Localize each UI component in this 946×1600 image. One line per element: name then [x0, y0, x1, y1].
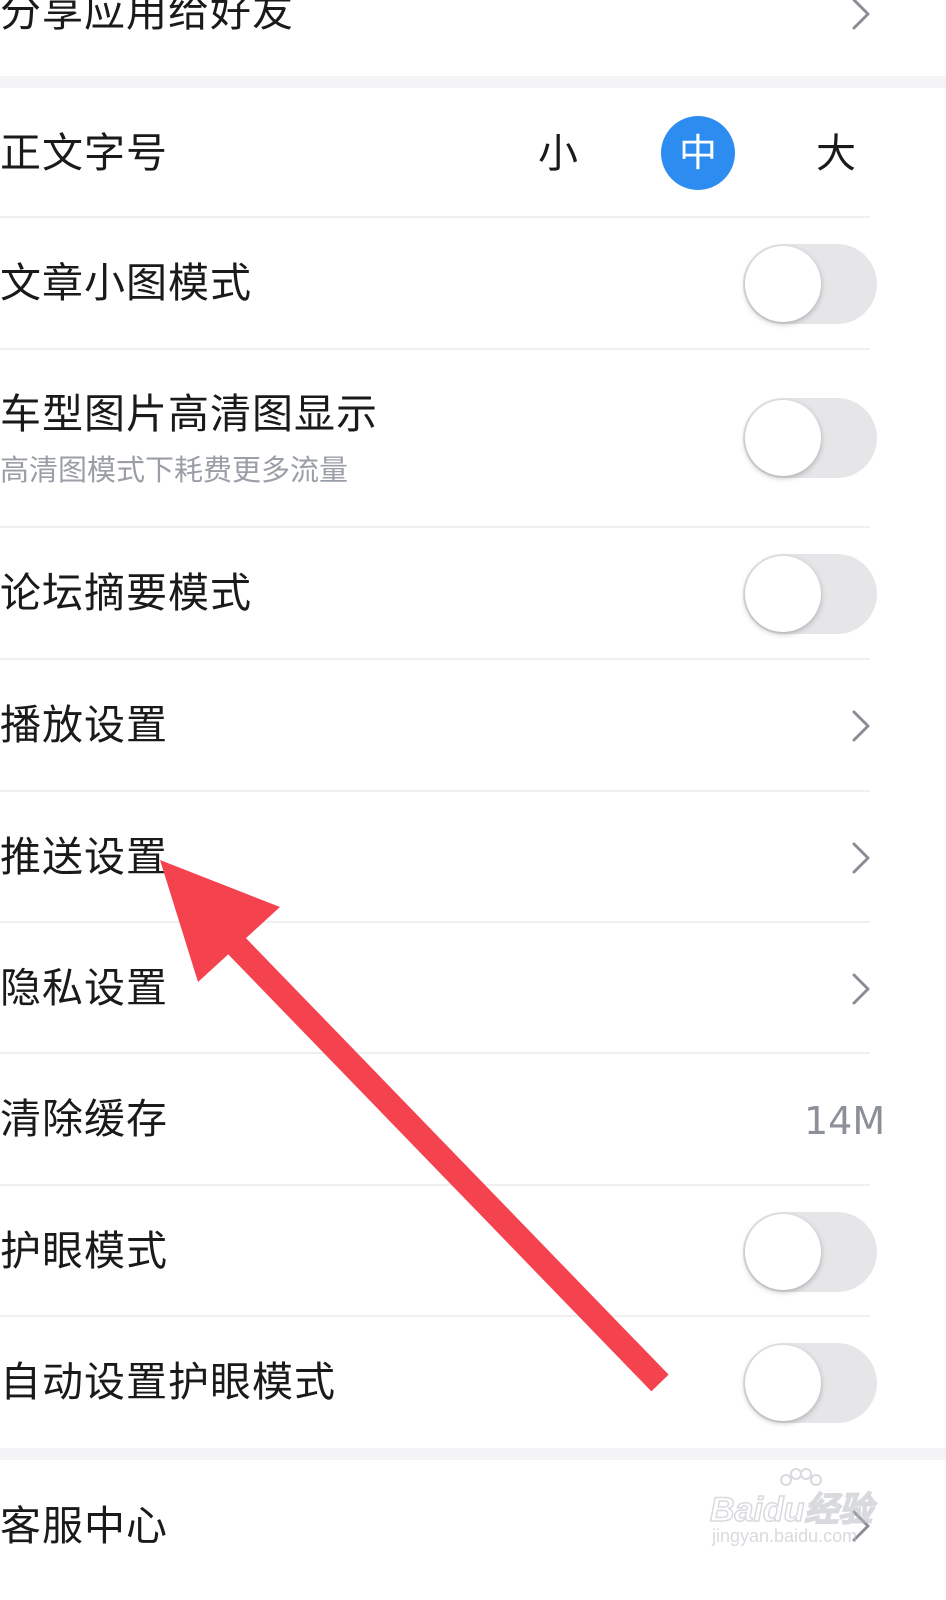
playback-settings-label: 播放设置: [0, 701, 168, 749]
article-small-image-label: 文章小图模式: [0, 259, 252, 307]
auto-eye-care-toggle[interactable]: [743, 1343, 877, 1423]
eye-care-toggle[interactable]: [743, 1212, 877, 1292]
article-small-image-toggle[interactable]: [743, 244, 877, 324]
chevron-right-icon: [852, 973, 870, 1005]
hd-images-toggle[interactable]: [743, 398, 877, 478]
chevron-right-icon: [852, 710, 870, 742]
eye-care-row: 护眼模式: [0, 1186, 946, 1317]
hd-images-row: 车型图片高清图显示 高清图模式下耗费更多流量: [0, 350, 946, 528]
customer-service-label: 客服中心: [0, 1502, 168, 1550]
playback-settings-row[interactable]: 播放设置: [0, 660, 946, 792]
font-size-large-option[interactable]: 大: [816, 134, 856, 174]
privacy-settings-row[interactable]: 隐私设置: [0, 923, 946, 1054]
settings-screen: 分享应用给好友 正文字号 小 中 大 文章小图模式 车型图片高清图显示 高清图模…: [0, 0, 946, 1600]
toggle-knob: [745, 556, 821, 632]
hd-images-subtitle: 高清图模式下耗费更多流量: [0, 453, 349, 487]
chevron-right-icon: [852, 0, 870, 30]
chevron-right-icon: [852, 842, 870, 874]
watermark-url: jingyan.baidu.com: [712, 1526, 858, 1546]
toggle-knob: [745, 1214, 821, 1290]
hd-images-label: 车型图片高清图显示: [0, 390, 378, 438]
privacy-settings-label: 隐私设置: [0, 964, 168, 1012]
auto-eye-care-row: 自动设置护眼模式: [0, 1317, 946, 1448]
forum-summary-label: 论坛摘要模式: [0, 569, 252, 617]
share-app-label: 分享应用给好友: [0, 0, 294, 36]
watermark-brand: Baidu经验: [709, 1490, 873, 1530]
push-settings-label: 推送设置: [0, 833, 168, 881]
font-size-label: 正文字号: [0, 129, 168, 177]
font-size-medium-option[interactable]: 中: [661, 116, 735, 190]
toggle-knob: [745, 400, 821, 476]
eye-care-label: 护眼模式: [0, 1227, 168, 1275]
section-gap: [0, 1448, 946, 1460]
share-app-row[interactable]: 分享应用给好友: [0, 0, 946, 76]
toggle-knob: [745, 1345, 821, 1421]
clear-cache-label: 清除缓存: [0, 1095, 168, 1143]
push-settings-row[interactable]: 推送设置: [0, 792, 946, 923]
auto-eye-care-label: 自动设置护眼模式: [0, 1358, 336, 1406]
font-size-small-option[interactable]: 小: [538, 134, 578, 174]
cache-size-value: 14M: [804, 1099, 886, 1143]
baidu-watermark: Baidu经验 jingyan.baidu.com: [706, 1468, 886, 1558]
clear-cache-row[interactable]: 清除缓存 14M: [0, 1054, 946, 1186]
font-size-row: 正文字号 小 中 大: [0, 88, 946, 218]
forum-summary-row: 论坛摘要模式: [0, 528, 946, 660]
forum-summary-toggle[interactable]: [743, 554, 877, 634]
section-gap: [0, 76, 946, 88]
toggle-knob: [745, 246, 821, 322]
article-small-image-row: 文章小图模式: [0, 218, 946, 350]
